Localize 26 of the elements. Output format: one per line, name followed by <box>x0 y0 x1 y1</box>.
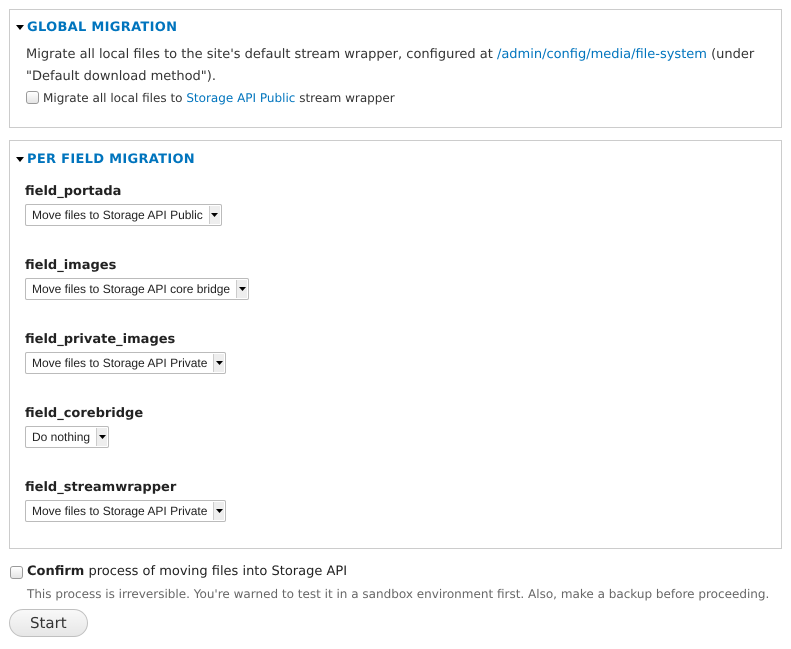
description-text: Migrate all local files to the site's default stream wrapper, configured at /admin/config/media/file-system (under "Default download method"). <box>26 46 756 86</box>
caret-down-icon <box>238 286 246 290</box>
settings-link[interactable]: /admin/config/media/file-system <box>496 46 707 62</box>
field-label: field_portada <box>25 182 122 200</box>
caret-down-icon <box>216 508 223 512</box>
dropdown[interactable]: Move files to Storage API Public <box>25 204 222 226</box>
field-label: field_corebridge <box>25 404 144 422</box>
start-button[interactable]: Start <box>9 609 88 637</box>
caret-down-icon <box>216 360 223 364</box>
confirm-label: Confirm process of moving files into Storage API <box>27 563 348 581</box>
section-toggle[interactable]: PER FIELD MIGRATION <box>27 150 195 170</box>
field-label: field_images <box>25 256 116 274</box>
help-text: This process is irreversible. You're warned to test it in a sandbox environment first. Also, make a backup before proceeding. <box>26 586 770 603</box>
caret-down-icon <box>211 212 218 216</box>
dropdown[interactable]: Move files to Storage API Private <box>25 352 226 374</box>
checkbox[interactable] <box>10 566 23 578</box>
checkbox-label: Migrate all local files to Storage API Public stream wrapper <box>43 90 395 106</box>
field-label: field_private_images <box>25 330 176 348</box>
dropdown[interactable]: Move files to Storage API core bridge <box>25 278 250 300</box>
field-label: field_streamwrapper <box>25 478 176 496</box>
dropdown[interactable]: Move files to Storage API Private <box>25 500 226 522</box>
section-toggle[interactable]: GLOBAL MIGRATION <box>27 18 178 38</box>
wrapper-link[interactable]: Storage API Public <box>186 90 296 104</box>
dropdown[interactable]: Do nothing <box>25 426 110 448</box>
checkbox[interactable] <box>26 91 39 104</box>
caret-down-icon <box>98 434 106 438</box>
